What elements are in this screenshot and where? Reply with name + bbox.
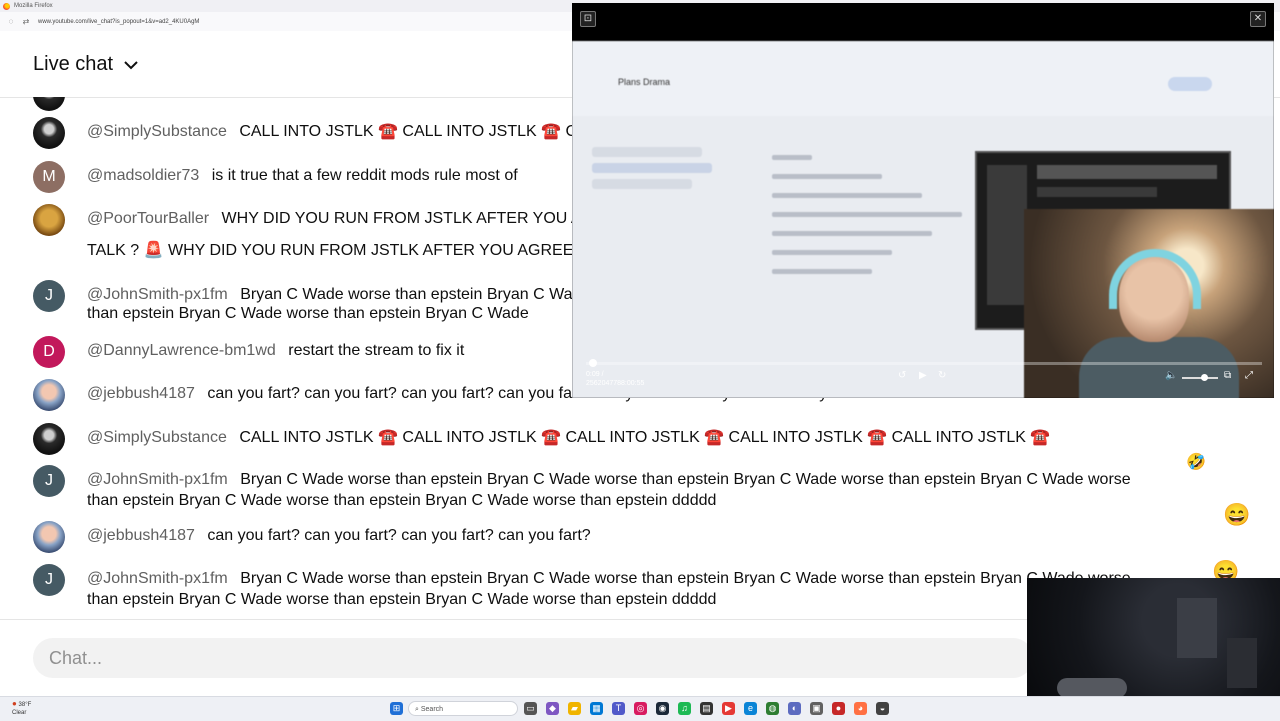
message-text: restart the stream to fix it — [288, 342, 465, 359]
task-view-icon[interactable]: ▭ — [524, 702, 537, 715]
progress-scrubber[interactable] — [588, 359, 597, 367]
chat-input[interactable] — [33, 638, 1033, 678]
shield-icon[interactable]: ◌ — [7, 17, 15, 26]
edge-icon[interactable]: e — [744, 702, 757, 715]
avatar[interactable] — [33, 97, 65, 111]
message-author[interactable]: @jebbush4187 — [87, 385, 195, 402]
message-author[interactable]: @SimplySubstance — [87, 123, 227, 140]
message-author[interactable]: @JohnSmith-px1fm — [87, 471, 228, 488]
app-icon[interactable]: ▣ — [810, 702, 823, 715]
message-author[interactable]: @SimplySubstance — [87, 429, 227, 446]
rewind-icon[interactable]: ↺ — [898, 371, 906, 381]
message-author[interactable]: @JohnSmith-px1fm — [87, 286, 228, 303]
fit-window-icon[interactable]: ⊡ — [580, 11, 596, 27]
video-popup-player[interactable]: ⊡ ✕ Plans Drama 0:09 / 2562047788:00:55 … — [572, 3, 1274, 398]
window-title: Mozilla Firefox — [14, 3, 53, 9]
progress-bar[interactable] — [586, 362, 1262, 365]
picture-in-picture-icon[interactable]: ⧉ — [1224, 371, 1231, 381]
file-explorer-icon[interactable]: ▰ — [568, 702, 581, 715]
message-text: is it true that a few reddit mods rule m… — [211, 167, 518, 184]
store-icon[interactable]: ▦ — [590, 702, 603, 715]
weather-widget[interactable]: ● 38°F Clear — [12, 700, 31, 717]
message-author[interactable]: @JohnSmith-px1fm — [87, 570, 228, 587]
start-icon[interactable]: ⊞ — [390, 702, 403, 715]
chat-title: Live chat — [33, 53, 114, 75]
doc-share-button — [1168, 77, 1212, 91]
discord-icon[interactable]: ◐ — [788, 702, 801, 715]
doc-toolbar: Plans Drama — [572, 41, 1274, 116]
fullscreen-icon[interactable]: ⤢ — [1245, 371, 1253, 381]
message-author[interactable]: @DannyLawrence-bm1wd — [87, 342, 276, 359]
app-icon[interactable]: ▤ — [700, 702, 713, 715]
avatar[interactable]: M — [33, 161, 65, 193]
chrome-icon[interactable]: ◍ — [766, 702, 779, 715]
doc-body — [772, 141, 982, 288]
webcam-overlay — [1024, 209, 1274, 398]
video-frame[interactable]: Plans Drama — [572, 41, 1274, 398]
message-text: CALL INTO JSTLK ☎️ CALL INTO JSTLK ☎️ CA… — [239, 429, 1051, 446]
avatar[interactable] — [33, 379, 65, 411]
page-info-icon[interactable]: ⇄ — [22, 17, 30, 26]
message-text: can you fart? can you fart? can you fart… — [207, 527, 591, 544]
message-author[interactable]: @PoorTourBaller — [87, 210, 209, 227]
taskbar: ● 38°F Clear ⊞ ⌕ Search ▭ ◆ ▰ ▦ T ◎ ◉ ♫ … — [0, 696, 1280, 721]
message-text: Bryan C Wade worse than epstein Bryan C … — [240, 471, 1131, 488]
play-icon[interactable]: ▶ — [919, 371, 927, 381]
reaction-emoji: 😄 — [1223, 502, 1251, 527]
volume-icon[interactable]: 🔈 — [1165, 371, 1177, 381]
steam-icon[interactable]: ◉ — [656, 702, 669, 715]
doc-title: Plans Drama — [618, 77, 671, 87]
reaction-emoji: 🤣 — [1186, 454, 1206, 471]
chat-mode-dropdown[interactable]: Live chat — [33, 53, 141, 76]
avatar[interactable] — [33, 423, 65, 455]
taskbar-search[interactable]: ⌕ Search — [408, 701, 518, 716]
message-text-continued: than epstein Bryan C Wade worse than eps… — [87, 492, 717, 509]
message-author[interactable]: @madsoldier73 — [87, 167, 199, 184]
copilot-icon[interactable]: ◆ — [546, 702, 559, 715]
youtube-icon[interactable]: ▶ — [722, 702, 735, 715]
doc-outline-sidebar — [592, 141, 722, 261]
app-icon[interactable]: ◎ — [634, 702, 647, 715]
avatar[interactable]: J — [33, 564, 65, 596]
app-icon[interactable]: ◒ — [876, 702, 889, 715]
avatar[interactable]: J — [33, 280, 65, 312]
firefox-taskbar-icon[interactable]: ◕ — [854, 702, 867, 715]
message-text-continued: than epstein Bryan C Wade worse than eps… — [87, 305, 529, 322]
avatar[interactable] — [33, 204, 65, 236]
obs-icon[interactable]: ● — [832, 702, 845, 715]
volume-knob[interactable] — [1200, 374, 1208, 381]
message-author[interactable]: @jebbush4187 — [87, 527, 195, 544]
avatar[interactable] — [33, 117, 65, 149]
forward-icon[interactable]: ↻ — [938, 371, 946, 381]
popup-topbar: ⊡ ✕ — [572, 3, 1274, 41]
message-text: Bryan C Wade worse than epstein Bryan C … — [240, 570, 1131, 587]
spotify-icon[interactable]: ♫ — [678, 702, 691, 715]
url-text[interactable]: www.youtube.com/live_chat?is_popout=1&v=… — [38, 19, 199, 25]
teams-icon[interactable]: T — [612, 702, 625, 715]
avatar[interactable] — [33, 521, 65, 553]
firefox-icon — [3, 2, 10, 10]
avatar[interactable]: J — [33, 465, 65, 497]
chevron-down-icon — [124, 60, 138, 69]
time-display: 0:09 / 2562047788:00:55 — [586, 371, 645, 387]
avatar[interactable]: D — [33, 336, 65, 368]
close-icon[interactable]: ✕ — [1250, 11, 1266, 27]
weather-icon: ● — [12, 699, 17, 708]
message-text-continued: than epstein Bryan C Wade worse than eps… — [87, 591, 717, 608]
